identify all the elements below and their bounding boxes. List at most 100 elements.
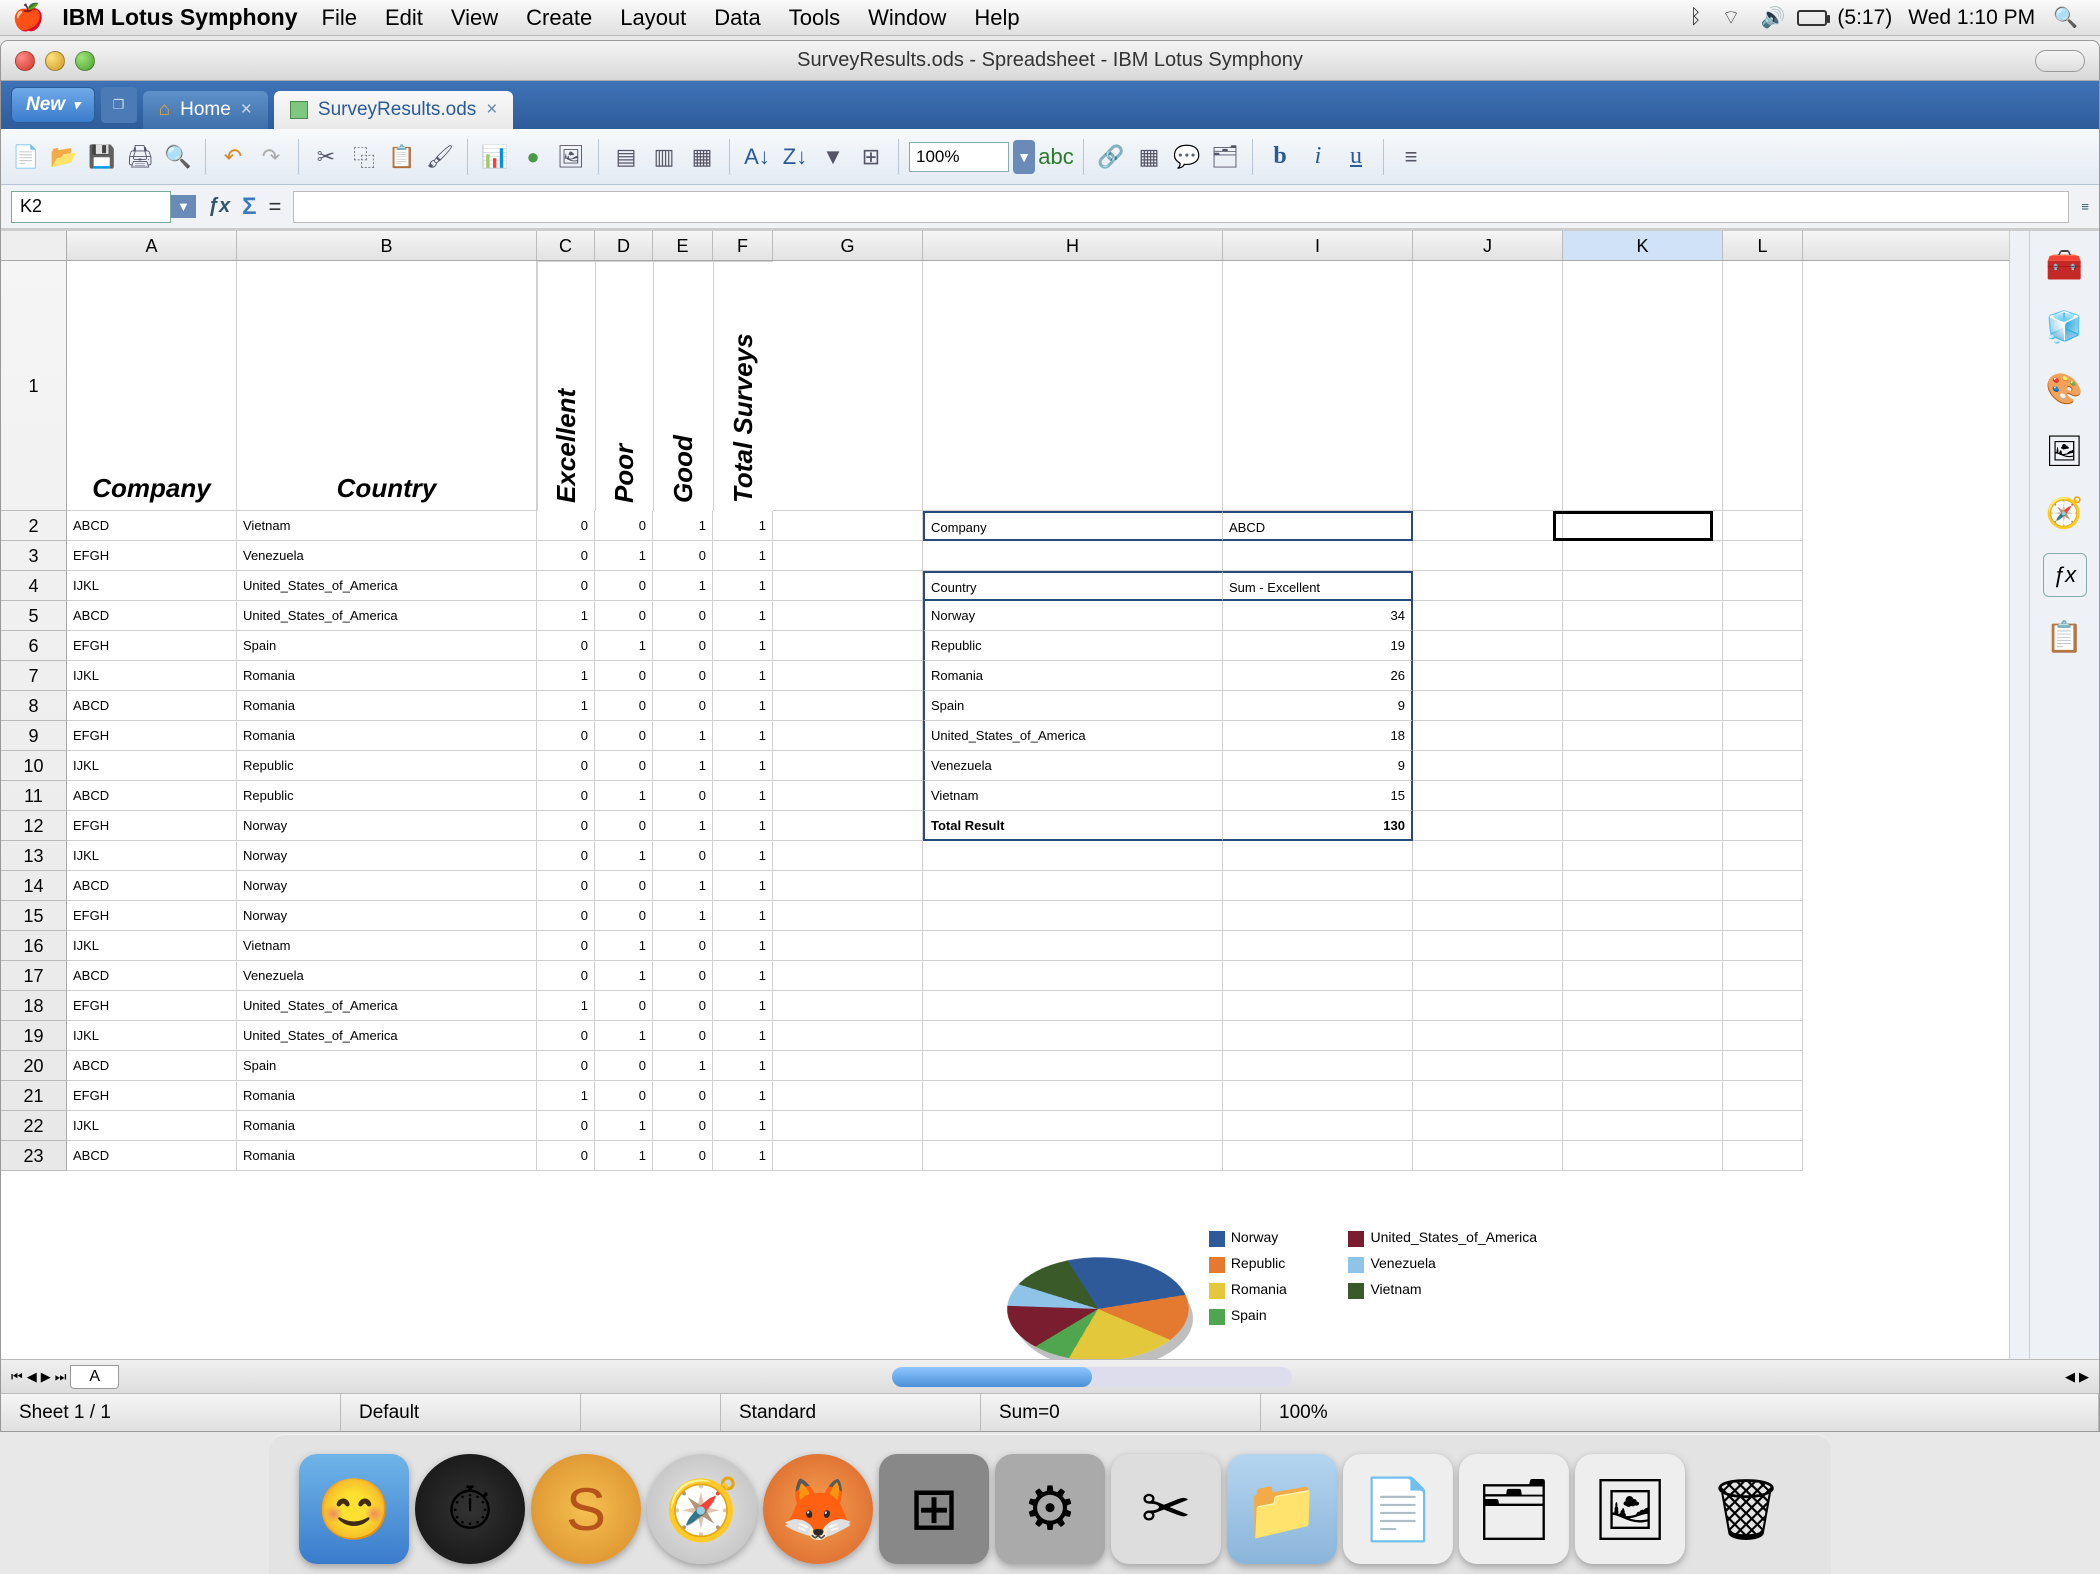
cell[interactable]: 0 (653, 601, 713, 631)
split-icon[interactable]: ▦ (685, 140, 719, 174)
cell[interactable]: 1 (713, 661, 773, 691)
row-header[interactable]: 4 (1, 571, 67, 601)
column-header-F[interactable]: F (713, 231, 773, 260)
cell[interactable] (1723, 261, 1803, 511)
table-icon[interactable]: ▦ (1132, 140, 1166, 174)
cell[interactable]: 1 (537, 1081, 595, 1111)
cell[interactable]: Norway (923, 601, 1223, 631)
row-header[interactable]: 19 (1, 1021, 67, 1051)
cell[interactable]: 0 (537, 931, 595, 961)
cell[interactable] (773, 841, 923, 871)
cell[interactable]: 1 (713, 871, 773, 901)
cell[interactable]: EFGH (67, 1081, 237, 1111)
cell[interactable] (923, 261, 1223, 511)
row-header[interactable]: 3 (1, 541, 67, 571)
cell[interactable]: 1 (595, 631, 653, 661)
cell[interactable]: EFGH (67, 991, 237, 1021)
cell[interactable]: 0 (595, 691, 653, 721)
select-all-corner[interactable] (1, 231, 67, 260)
cell[interactable] (1413, 991, 1563, 1021)
apple-menu-icon[interactable]: 🍎 (12, 2, 44, 33)
cell[interactable]: Total Surveys (713, 261, 773, 511)
cell[interactable] (773, 1021, 923, 1051)
cell[interactable]: United_States_of_America (237, 571, 537, 601)
cell[interactable] (1413, 751, 1563, 781)
cell[interactable] (1413, 661, 1563, 691)
cell[interactable]: 1 (713, 511, 773, 541)
cell[interactable]: Romania (237, 1141, 537, 1171)
spreadsheet-grid[interactable]: ABCDEFGHIJKL 123456789101112131415161718… (1, 231, 2009, 1359)
cell[interactable]: 0 (595, 511, 653, 541)
cell[interactable]: 0 (653, 631, 713, 661)
freeze-icon[interactable]: ▥ (647, 140, 681, 174)
cell[interactable] (1563, 901, 1723, 931)
cell[interactable] (1223, 1141, 1413, 1171)
cell[interactable] (1413, 1051, 1563, 1081)
menu-view[interactable]: View (451, 5, 498, 31)
cell[interactable]: 0 (537, 841, 595, 871)
cell[interactable]: 0 (537, 781, 595, 811)
cell[interactable]: EFGH (67, 631, 237, 661)
menu-data[interactable]: Data (714, 5, 760, 31)
column-header-K[interactable]: K (1563, 231, 1723, 260)
cell[interactable]: ABCD (67, 1141, 237, 1171)
cell[interactable]: United_States_of_America (237, 1021, 537, 1051)
cell[interactable]: EFGH (67, 811, 237, 841)
cell[interactable]: 0 (537, 1021, 595, 1051)
column-header-E[interactable]: E (653, 231, 713, 260)
compass-icon[interactable]: 🧭 (2043, 491, 2087, 535)
cell[interactable] (1563, 691, 1723, 721)
cell[interactable] (773, 961, 923, 991)
cell[interactable]: Norway (237, 811, 537, 841)
cell[interactable] (1563, 661, 1723, 691)
cell[interactable]: 1 (713, 991, 773, 1021)
minimize-window-button[interactable] (45, 51, 65, 71)
cell[interactable] (1413, 511, 1563, 541)
finder-icon[interactable]: 😊 (299, 1454, 409, 1564)
cell[interactable] (1563, 1081, 1723, 1111)
cell[interactable]: 1 (713, 1051, 773, 1081)
safari-icon[interactable]: 🧭 (647, 1454, 757, 1564)
cell[interactable]: 26 (1223, 661, 1413, 691)
cell[interactable] (1413, 571, 1563, 601)
cell[interactable] (1223, 931, 1413, 961)
cell[interactable]: 1 (653, 871, 713, 901)
cell[interactable]: 0 (595, 1051, 653, 1081)
cell[interactable] (923, 541, 1223, 571)
save-icon[interactable]: 💾 (85, 140, 119, 174)
cell[interactable]: ABCD (67, 511, 237, 541)
spaces-icon[interactable]: ⊞ (879, 1454, 989, 1564)
cell[interactable]: 1 (653, 1051, 713, 1081)
cell[interactable]: 0 (653, 541, 713, 571)
cell[interactable]: Republic (237, 751, 537, 781)
cell[interactable]: 0 (537, 751, 595, 781)
cell[interactable]: 0 (595, 811, 653, 841)
cell[interactable]: 0 (653, 991, 713, 1021)
tab-document[interactable]: SurveyResults.ods × (274, 91, 514, 129)
cell[interactable]: United_States_of_America (923, 721, 1223, 751)
cell[interactable]: Norway (237, 871, 537, 901)
insert-shape-icon[interactable]: ● (516, 140, 550, 174)
cell[interactable] (1413, 721, 1563, 751)
wifi-icon[interactable]: ⌔ (1722, 5, 1741, 30)
downloads-stack-icon[interactable]: 🗂 (1459, 1454, 1569, 1564)
cell[interactable] (773, 811, 923, 841)
row-header[interactable]: 7 (1, 661, 67, 691)
cell[interactable] (1723, 511, 1803, 541)
cell[interactable]: Venezuela (237, 541, 537, 571)
cell[interactable]: 1 (595, 1141, 653, 1171)
cell[interactable] (1223, 1051, 1413, 1081)
cell[interactable]: 1 (713, 1141, 773, 1171)
bluetooth-icon[interactable]: ᛒ (1690, 6, 1702, 29)
cell[interactable]: IJKL (67, 1111, 237, 1141)
cell[interactable] (923, 901, 1223, 931)
cell[interactable]: Romania (237, 1081, 537, 1111)
cell[interactable]: 1 (713, 901, 773, 931)
cell[interactable]: IJKL (67, 841, 237, 871)
cell[interactable] (773, 631, 923, 661)
cell[interactable] (1563, 871, 1723, 901)
cell[interactable] (1223, 841, 1413, 871)
row-header[interactable]: 6 (1, 631, 67, 661)
cell[interactable]: United_States_of_America (237, 991, 537, 1021)
cell[interactable]: IJKL (67, 661, 237, 691)
